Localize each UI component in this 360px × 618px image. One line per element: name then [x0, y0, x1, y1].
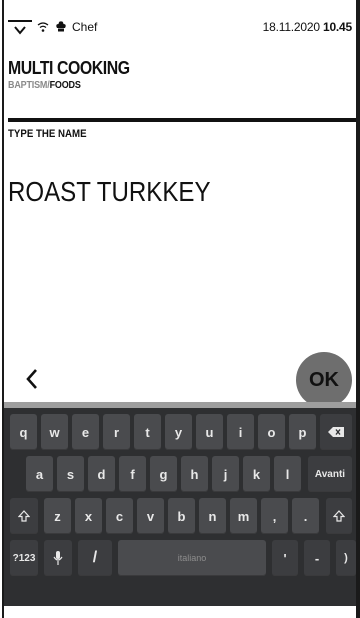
key-p[interactable]: p: [289, 414, 316, 450]
space-key[interactable]: italiano: [118, 540, 266, 576]
key-c[interactable]: c: [106, 498, 133, 534]
breadcrumb: BAPTISM/FOODS: [8, 80, 81, 91]
key-m[interactable]: m: [230, 498, 257, 534]
date: 18.11.2020: [262, 20, 320, 34]
soft-keyboard: qwertyuiop a s d f g h j k l Avanti zxcvbnm,. ?12…: [4, 402, 356, 606]
key-r[interactable]: r: [103, 414, 130, 450]
dash-key[interactable]: -: [304, 540, 330, 576]
wifi-icon: [36, 20, 50, 34]
key-a[interactable]: a: [26, 456, 53, 492]
key-v[interactable]: v: [137, 498, 164, 534]
keyboard-row-2: a s d f g h j k l Avanti: [4, 456, 356, 492]
key-t[interactable]: t: [134, 414, 161, 450]
key-s[interactable]: s: [57, 456, 84, 492]
key-k[interactable]: k: [243, 456, 270, 492]
status-left: Chef: [8, 18, 97, 36]
backspace-key[interactable]: [320, 414, 352, 450]
key-l[interactable]: l: [274, 456, 301, 492]
user-name: Chef: [72, 20, 98, 34]
enter-key[interactable]: Avanti: [308, 456, 352, 492]
mic-key[interactable]: [44, 540, 72, 576]
menu-chevron-icon[interactable]: [8, 18, 32, 36]
right-border: [356, 0, 360, 618]
key-period[interactable]: .: [292, 498, 319, 534]
key-b[interactable]: b: [168, 498, 195, 534]
key-w[interactable]: w: [41, 414, 68, 450]
shift-icon: [333, 510, 345, 522]
back-button[interactable]: [22, 364, 42, 394]
paren-key[interactable]: ): [336, 540, 356, 576]
keyboard-row-1: qwertyuiop: [4, 414, 356, 450]
key-d[interactable]: d: [88, 456, 115, 492]
keyboard-row-3: zxcvbnm,.: [4, 498, 356, 534]
breadcrumb-current: FOODS: [49, 80, 81, 91]
page-title: MULTI COOKING: [8, 58, 130, 78]
time: 10.45: [322, 20, 352, 34]
key-u[interactable]: u: [196, 414, 223, 450]
screen: Chef 18.11.2020 10.45 MULTI COOKING BAPT…: [0, 0, 360, 618]
date-time: 18.11.2020 10.45: [262, 20, 353, 34]
slash-key[interactable]: /: [78, 540, 112, 576]
name-input[interactable]: ROAST TURKKEY: [8, 176, 211, 208]
key-f[interactable]: f: [119, 456, 146, 492]
key-j[interactable]: j: [212, 456, 239, 492]
key-e[interactable]: e: [72, 414, 99, 450]
keyboard-row-4: ?123 / italiano ' - ): [4, 540, 356, 576]
mic-icon: [53, 551, 63, 565]
symbols-key[interactable]: ?123: [10, 540, 38, 576]
apostrophe-key[interactable]: ': [272, 540, 298, 576]
breadcrumb-parent[interactable]: BAPTISM/: [8, 80, 50, 91]
key-q[interactable]: q: [10, 414, 37, 450]
key-z[interactable]: z: [44, 498, 71, 534]
chevron-left-icon: [26, 369, 37, 389]
key-i[interactable]: i: [227, 414, 254, 450]
key-x[interactable]: x: [75, 498, 102, 534]
name-field-label: TYPE THE NAME: [8, 128, 87, 140]
key-y[interactable]: y: [165, 414, 192, 450]
status-bar: Chef 18.11.2020 10.45: [8, 18, 352, 36]
key-g[interactable]: g: [150, 456, 177, 492]
shift-icon: [18, 510, 30, 522]
chef-hat-icon: [54, 20, 68, 34]
shift-key-left[interactable]: [10, 498, 38, 534]
ok-button[interactable]: OK: [296, 352, 352, 408]
backspace-icon: [328, 427, 344, 437]
divider: [8, 118, 356, 122]
key-o[interactable]: o: [258, 414, 285, 450]
key-n[interactable]: n: [199, 498, 226, 534]
key-comma[interactable]: ,: [261, 498, 288, 534]
key-h[interactable]: h: [181, 456, 208, 492]
shift-key-right[interactable]: [326, 498, 352, 534]
